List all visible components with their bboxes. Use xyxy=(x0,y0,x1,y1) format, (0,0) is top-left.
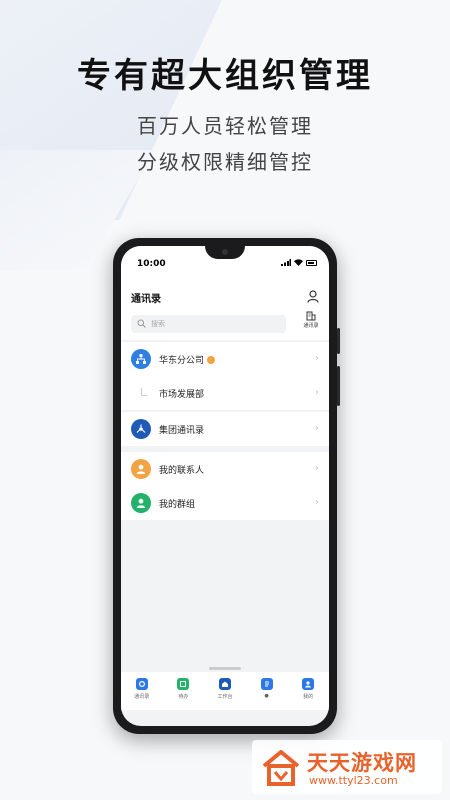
tab-label: 工作台 xyxy=(217,694,233,700)
app-header: 通讯录 搜索 通讯录 xyxy=(121,272,329,340)
tab-documents[interactable]: ● xyxy=(252,678,282,699)
tab-label: 通讯录 xyxy=(134,694,150,700)
watermark-title: 天天游戏网 xyxy=(307,751,417,775)
company-section: 华东分公司 › 市场发展部 › xyxy=(121,342,329,410)
tab-label: 待办 xyxy=(178,694,189,700)
document-tab-icon xyxy=(260,678,273,690)
tab-contacts[interactable]: 通讯录 xyxy=(127,678,157,700)
network-icon xyxy=(131,419,151,439)
profile-tab-icon xyxy=(302,678,315,690)
list-item-groups[interactable]: 我的群组 › xyxy=(121,486,329,520)
directory-button[interactable]: 通讯录 xyxy=(299,311,323,329)
contacts-tab-icon xyxy=(135,678,148,690)
tab-workbench[interactable]: 工作台 xyxy=(210,678,240,700)
groups-label: 我的群组 xyxy=(159,500,196,510)
contact-icon xyxy=(131,459,151,479)
status-time: 10:00 xyxy=(137,259,166,269)
battery-icon xyxy=(306,259,317,266)
status-icons xyxy=(281,259,317,266)
home-indicator xyxy=(209,667,241,670)
organization-icon xyxy=(131,349,151,369)
watermark-url: www.ttyl23.com xyxy=(309,774,398,787)
company-name: 华东分公司 xyxy=(159,353,216,366)
phone-screen: 10:00 通讯录 搜索 通讯录 华东分公司 › 市场发展部 › 集团通讯录 ›… xyxy=(121,246,329,726)
tab-label: 我的 xyxy=(303,694,314,700)
company-name-text: 华东分公司 xyxy=(159,356,205,366)
tree-connector xyxy=(141,388,147,396)
tab-todo[interactable]: 待办 xyxy=(168,678,198,700)
camera-icon xyxy=(222,249,228,255)
signal-icon xyxy=(281,259,291,266)
promo-headline: 专有超大组织管理 xyxy=(77,56,373,96)
department-name: 市场发展部 xyxy=(159,390,205,400)
group-directory-section: 集团通讯录 › xyxy=(121,412,329,446)
search-placeholder: 搜索 xyxy=(151,320,165,328)
directory-button-label: 通讯录 xyxy=(303,323,319,329)
phone-mockup: 10:00 通讯录 搜索 通讯录 华东分公司 › 市场发展部 › 集团通讯录 ›… xyxy=(113,238,340,734)
page-title: 通讯录 xyxy=(131,294,161,305)
search-input[interactable]: 搜索 xyxy=(131,315,286,333)
verified-badge-icon xyxy=(207,355,216,364)
todo-tab-icon xyxy=(177,678,190,690)
tab-profile[interactable]: 我的 xyxy=(293,678,323,700)
wifi-icon xyxy=(294,259,303,266)
search-icon xyxy=(137,319,146,328)
chevron-right-icon: › xyxy=(315,387,319,398)
promo-subtitle-1: 百万人员轻松管理 xyxy=(137,114,313,138)
tab-label: ● xyxy=(264,693,269,699)
contacts-label: 我的联系人 xyxy=(159,466,205,476)
bottom-tab-bar: 通讯录 待办 工作台 ● 我的 xyxy=(121,672,329,710)
phone-side-button xyxy=(337,328,340,354)
chevron-right-icon: › xyxy=(315,353,319,364)
group-icon xyxy=(131,493,151,513)
building-icon xyxy=(306,311,316,321)
promo-subtitle-2: 分级权限精细管控 xyxy=(137,150,313,174)
chevron-right-icon: › xyxy=(315,497,319,508)
personal-section: 我的联系人 › 我的群组 › xyxy=(121,452,329,520)
workbench-tab-icon xyxy=(218,678,231,690)
watermark: 天天游戏网 www.ttyl23.com xyxy=(252,740,442,794)
list-item-department[interactable]: 市场发展部 › xyxy=(121,376,329,410)
list-item-group-directory[interactable]: 集团通讯录 › xyxy=(121,412,329,446)
phone-side-button xyxy=(337,366,340,406)
list-item-company[interactable]: 华东分公司 › xyxy=(121,342,329,376)
group-directory-label: 集团通讯录 xyxy=(159,426,205,436)
chevron-right-icon: › xyxy=(315,423,319,434)
person-icon[interactable] xyxy=(307,290,319,303)
chevron-right-icon: › xyxy=(315,463,319,474)
list-item-contacts[interactable]: 我的联系人 › xyxy=(121,452,329,486)
watermark-logo-icon xyxy=(262,750,300,786)
